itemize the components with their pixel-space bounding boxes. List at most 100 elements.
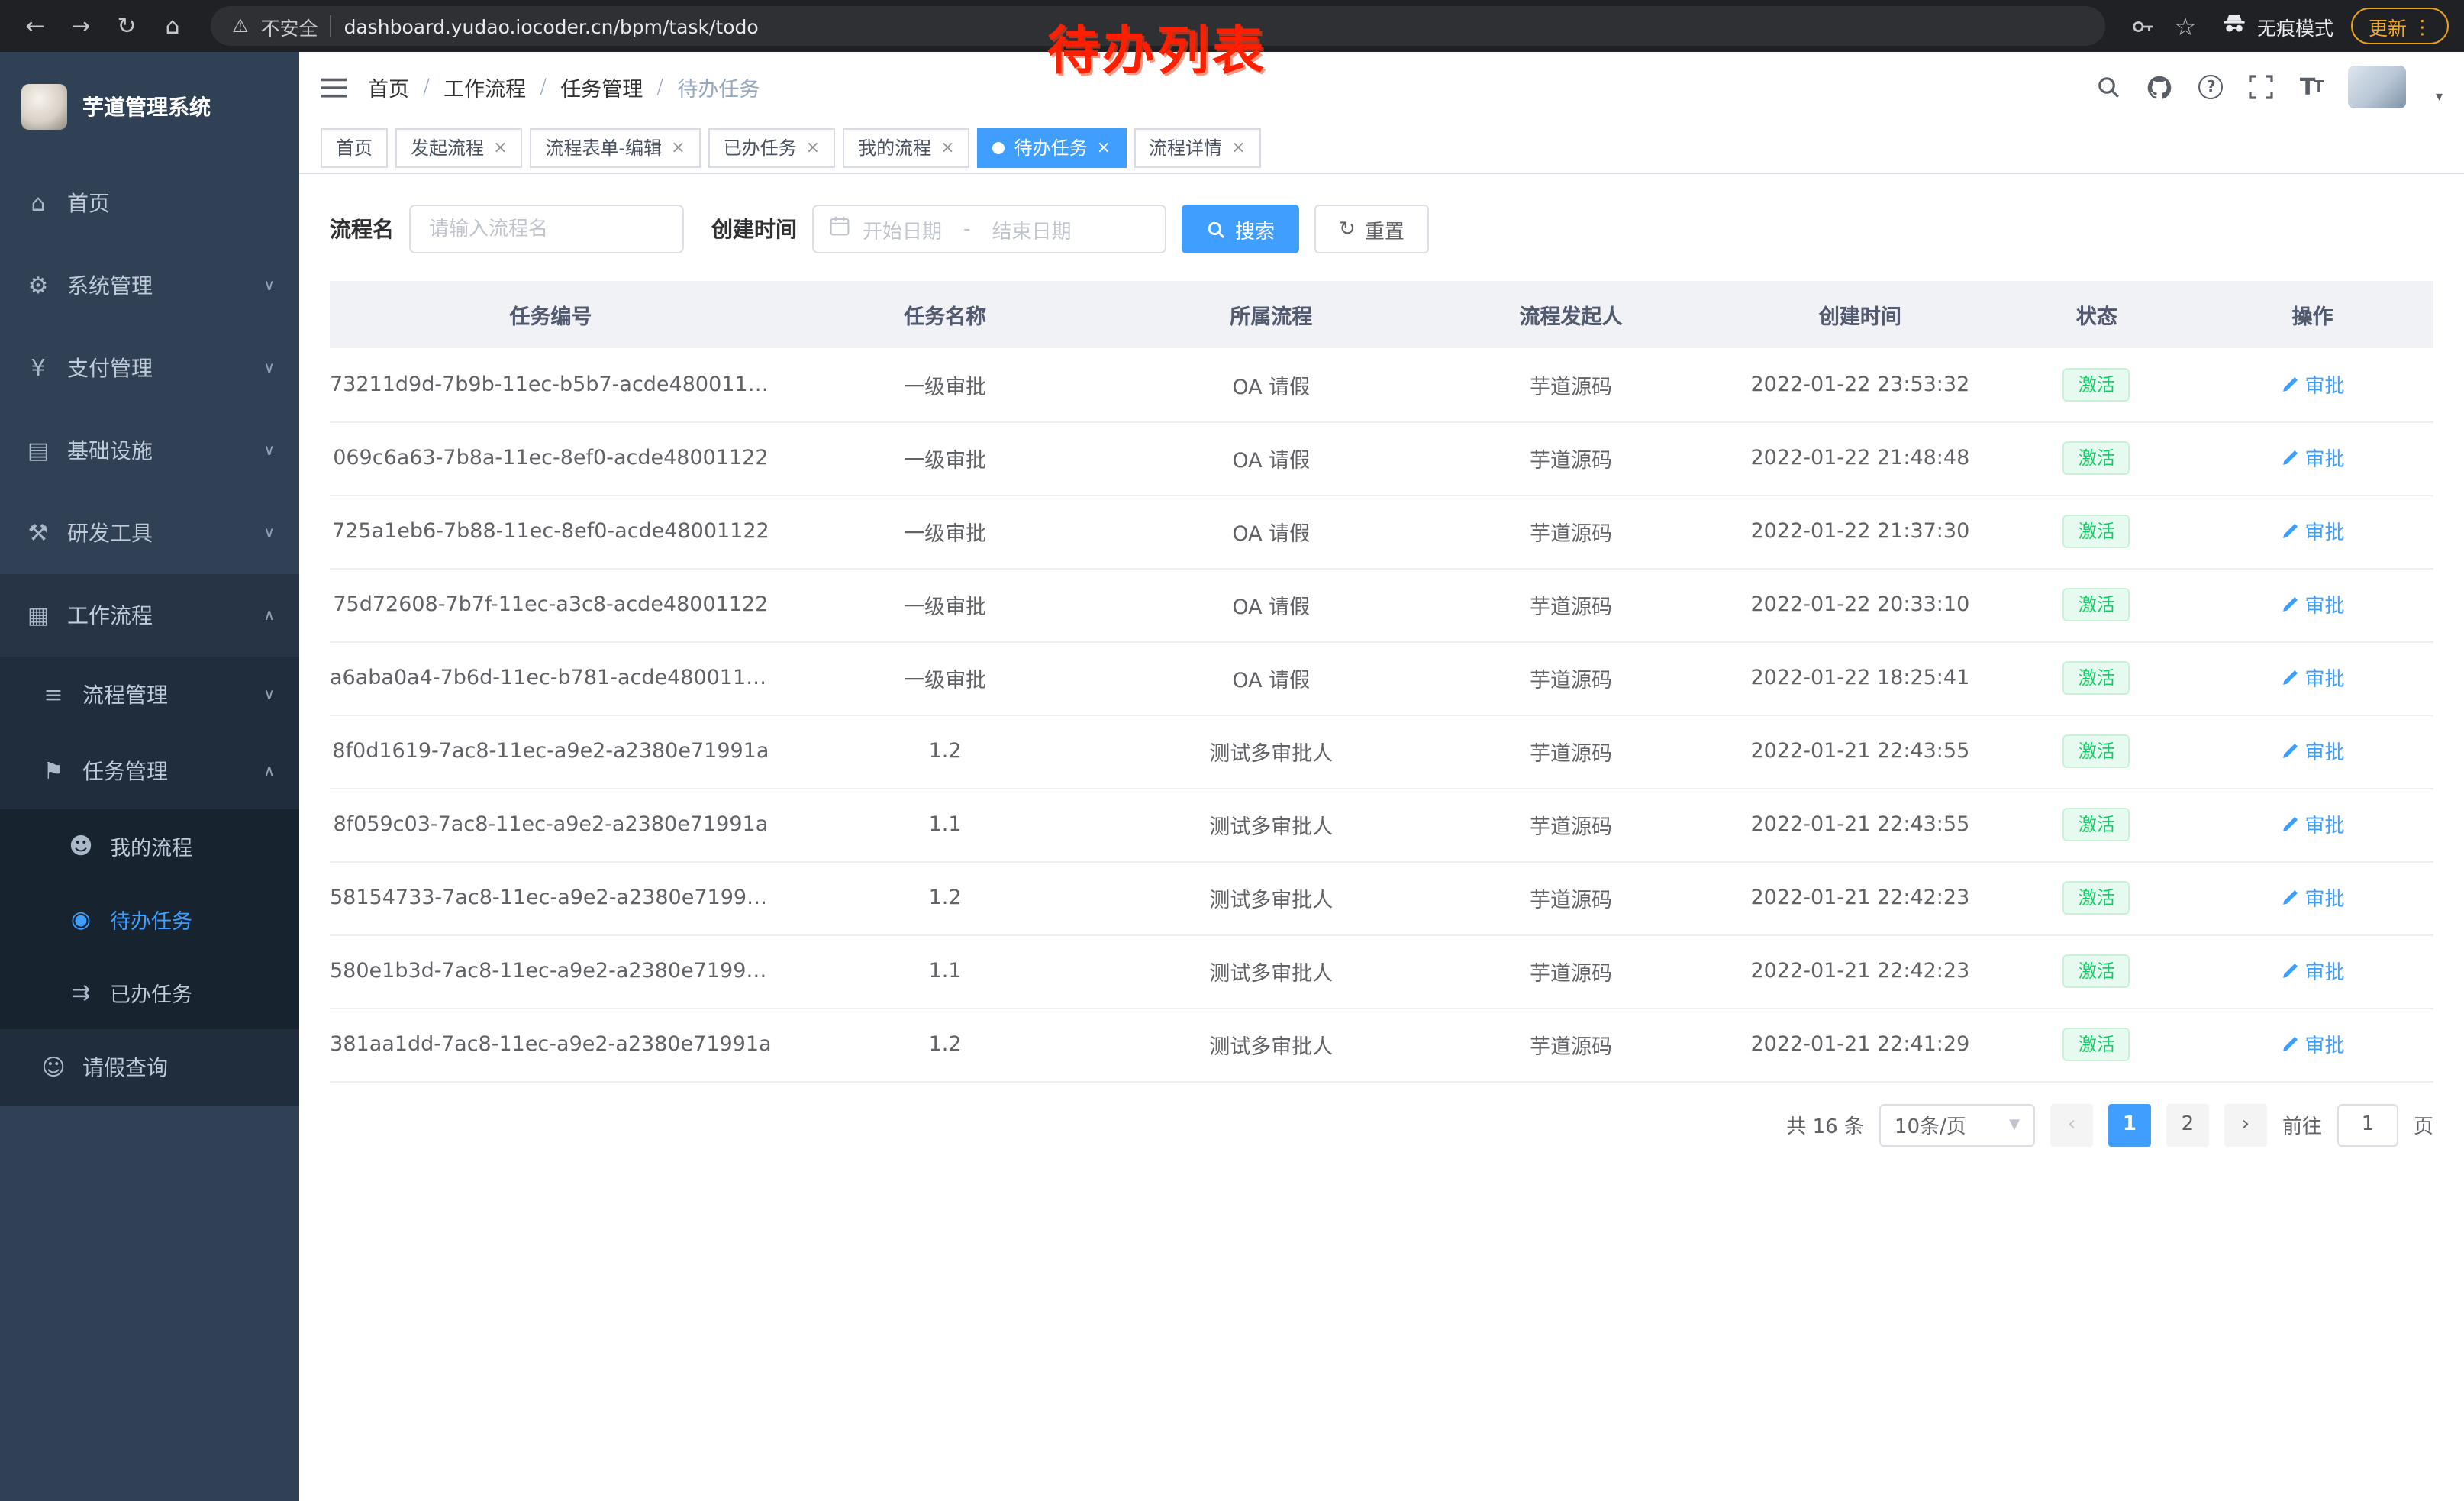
sidebar-item-done-task[interactable]: ⇉ 已办任务 [0,956,299,1029]
bookmark-star-icon[interactable]: ☆ [2167,8,2204,44]
table-row: 8f0d1619-7ac8-11ec-a9e2-a2380e71991a 1.2… [330,715,2433,788]
sidebar: 芋道管理系统 ⌂ 首页 ⚙ 系统管理 ∨ ¥ 支付管理 ∨ ▤ 基础设施 ∨ [0,52,299,1501]
sidebar-toggle-icon[interactable] [321,74,347,100]
person-chat-icon: ☻ [67,832,95,860]
status-badge: 激活 [2063,661,2130,696]
start-date-placeholder: 开始日期 [863,215,942,244]
sidebar-item-my-process[interactable]: ☻ 我的流程 [0,809,299,883]
date-range-picker[interactable]: 开始日期 - 结束日期 [812,205,1166,253]
approve-link[interactable]: 审批 [2280,370,2344,399]
sidebar-item-todo-task[interactable]: ◉ 待办任务 [0,883,299,956]
col-task-id: 任务编号 [330,281,772,348]
status-badge: 激活 [2063,441,2130,476]
pencil-icon [2280,375,2298,393]
search-icon[interactable] [2097,75,2121,99]
status-badge: 激活 [2063,734,2130,769]
table-row: 725a1eb6-7b88-11ec-8ef0-acde48001122 一级审… [330,495,2433,568]
sidebar-item-workflow[interactable]: ▦ 工作流程 ∧ [0,574,299,657]
chevron-down-icon: ▼ [2009,1117,2020,1132]
close-icon[interactable]: × [1231,137,1245,157]
user-icon: ☺ [40,1054,67,1081]
approve-link[interactable]: 审批 [2280,663,2344,692]
back-icon[interactable]: ← [15,6,55,46]
breadcrumb-separator: / [540,75,547,99]
page-button-1[interactable]: 1 [2108,1103,2151,1146]
breadcrumb-item[interactable]: 首页 [368,72,409,102]
avatar[interactable] [2349,66,2407,108]
breadcrumb-item[interactable]: 任务管理 [560,72,643,102]
sidebar-item-process-mgmt[interactable]: ≡ 流程管理 ∨ [0,657,299,733]
approve-link[interactable]: 审批 [2280,957,2344,986]
app-title: 芋道管理系统 [82,92,211,122]
sidebar-item-payment[interactable]: ¥ 支付管理 ∨ [0,327,299,409]
help-icon[interactable]: ? [2199,75,2224,99]
security-label: 不安全 [261,11,318,40]
table-header-row: 任务编号 任务名称 所属流程 流程发起人 创建时间 状态 操作 [330,281,2433,348]
close-icon[interactable]: × [806,137,820,157]
approve-link[interactable]: 审批 [2280,810,2344,839]
close-icon[interactable]: × [493,137,507,157]
tab-start-process[interactable]: 发起流程 × [395,128,522,167]
status-badge: 激活 [2063,808,2130,842]
page-size-select[interactable]: 10条/页 ▼ [1879,1103,2035,1146]
status-badge: 激活 [2063,367,2130,402]
table-row: 73211d9d-7b9b-11ec-b5b7-acde48001122 一级审… [330,348,2433,421]
github-icon[interactable] [2147,74,2173,100]
pencil-icon [2280,815,2298,834]
sidebar-item-task-mgmt[interactable]: ⚑ 任务管理 ∧ [0,733,299,809]
sidebar-item-infrastructure[interactable]: ▤ 基础设施 ∨ [0,409,299,492]
tab-process-detail[interactable]: 流程详情 × [1134,128,1260,167]
address-bar[interactable]: ⚠ 不安全 dashboard.yudao.iocoder.cn/bpm/tas… [211,6,2106,46]
search-button[interactable]: 搜索 [1182,205,1299,253]
home-icon: ⌂ [24,189,52,217]
fullscreen-icon[interactable] [2250,75,2274,99]
breadcrumb-item[interactable]: 工作流程 [443,72,526,102]
top-navbar: 首页 / 工作流程 / 任务管理 / 待办任务 [299,52,2464,122]
active-dot [993,141,1005,153]
next-page-button[interactable]: › [2224,1103,2267,1146]
approve-link[interactable]: 审批 [2280,517,2344,546]
refresh-icon[interactable]: ↻ [107,6,147,46]
sidebar-item-home[interactable]: ⌂ 首页 [0,162,299,244]
sidebar-item-devtools[interactable]: ⚒ 研发工具 ∨ [0,492,299,574]
total-count: 共 16 条 [1786,1110,1864,1139]
close-icon[interactable]: × [940,137,954,157]
process-name-label: 流程名 [330,214,394,244]
sidebar-item-leave-query[interactable]: ☺ 请假查询 [0,1029,299,1106]
close-icon[interactable]: × [1097,137,1111,157]
tab-my-process[interactable]: 我的流程 × [843,128,969,167]
goto-page-input[interactable] [2337,1103,2398,1146]
prev-page-button[interactable]: ‹ [2050,1103,2093,1146]
close-icon[interactable]: × [671,137,685,157]
forward-icon[interactable]: → [61,6,101,46]
create-time-label: 创建时间 [711,214,797,244]
font-size-icon[interactable]: TT [2300,73,2323,101]
update-button[interactable]: 更新 ⋮ [2352,8,2449,44]
tab-process-form-edit[interactable]: 流程表单-编辑 × [531,128,701,167]
approve-link[interactable]: 审批 [2280,590,2344,619]
tab-done-task[interactable]: 已办任务 × [708,128,835,167]
approve-link[interactable]: 审批 [2280,883,2344,912]
double-arrow-icon: ⇉ [67,979,95,1006]
update-menu-dots-icon: ⋮ [2413,15,2432,37]
task-table: 任务编号 任务名称 所属流程 流程发起人 创建时间 状态 操作 73211d9d… [330,281,2433,1082]
approve-link[interactable]: 审批 [2280,1030,2344,1059]
incognito-label: 无痕模式 [2257,11,2333,40]
approve-link[interactable]: 审批 [2280,444,2344,473]
tab-todo-task[interactable]: 待办任务 × [978,128,1126,167]
sidebar-item-system[interactable]: ⚙ 系统管理 ∨ [0,244,299,327]
workflow-submenu: ≡ 流程管理 ∨ ⚑ 任务管理 ∧ ☻ 我的流程 ◉ 待办任务 [0,657,299,1106]
reset-button[interactable]: ↻ 重置 [1314,205,1429,253]
chevron-down-icon: ∨ [263,277,275,294]
chevron-down-icon: ∨ [263,525,275,541]
page-button-2[interactable]: 2 [2166,1103,2209,1146]
table-row: 8f059c03-7ac8-11ec-a9e2-a2380e71991a 1.1… [330,788,2433,861]
browser-home-icon[interactable]: ⌂ [153,6,192,46]
tags-view-bar: 首页 发起流程 × 流程表单-编辑 × 已办任务 × 我的流程 × [299,122,2464,174]
key-icon[interactable] [2124,8,2161,44]
app-root: ← → ↻ ⌂ ⚠ 不安全 dashboard.yudao.iocoder.cn… [0,0,2464,1501]
process-name-input[interactable] [409,205,684,253]
approve-link[interactable]: 审批 [2280,737,2344,766]
tab-home[interactable]: 首页 [321,128,388,167]
col-process: 所属流程 [1118,281,1424,348]
